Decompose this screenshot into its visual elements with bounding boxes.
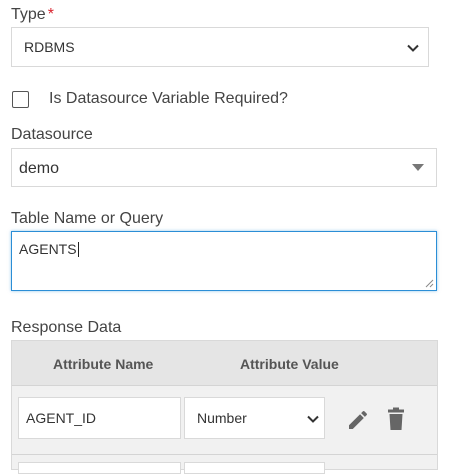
table-query-label: Table Name or Query bbox=[11, 210, 164, 227]
pencil-icon[interactable] bbox=[346, 408, 370, 432]
response-data-table: Attribute Name Attribute Value AGENT_ID … bbox=[11, 340, 438, 474]
datasource-value: demo bbox=[19, 160, 60, 177]
row-divider bbox=[12, 454, 437, 455]
datasource-variable-checkbox[interactable] bbox=[12, 91, 29, 108]
datasource-variable-label: Is Datasource Variable Required? bbox=[49, 90, 288, 107]
type-label-text: Type bbox=[11, 6, 46, 23]
datasource-label: Datasource bbox=[11, 126, 93, 143]
chevron-down-icon bbox=[307, 415, 319, 423]
type-select[interactable]: RDBMS bbox=[11, 27, 429, 67]
resize-handle-icon[interactable] bbox=[425, 279, 434, 288]
type-label: Type * bbox=[11, 6, 54, 24]
attribute-value-selected: Number bbox=[197, 410, 247, 426]
required-mark: * bbox=[47, 6, 54, 23]
trash-icon[interactable] bbox=[385, 407, 407, 431]
table-header: Attribute Name Attribute Value bbox=[12, 341, 437, 386]
attribute-name-value: AGENT_ID bbox=[26, 410, 97, 426]
type-select-value: RDBMS bbox=[24, 39, 75, 55]
attribute-value-select-next[interactable] bbox=[184, 462, 325, 474]
attribute-value-select[interactable]: Number bbox=[184, 397, 325, 439]
datasource-select[interactable]: demo bbox=[11, 148, 437, 187]
caret-down-icon bbox=[412, 164, 424, 171]
table-query-textarea[interactable]: AGENTS bbox=[11, 231, 437, 291]
chevron-down-icon bbox=[407, 44, 419, 52]
text-cursor bbox=[77, 242, 79, 257]
column-header-attribute-value: Attribute Value bbox=[240, 356, 339, 372]
response-data-label: Response Data bbox=[11, 319, 122, 336]
column-header-attribute-name: Attribute Name bbox=[53, 356, 154, 372]
attribute-name-input[interactable]: AGENT_ID bbox=[18, 397, 181, 439]
attribute-name-input-next[interactable] bbox=[18, 462, 181, 474]
table-query-value: AGENTS bbox=[19, 241, 77, 257]
